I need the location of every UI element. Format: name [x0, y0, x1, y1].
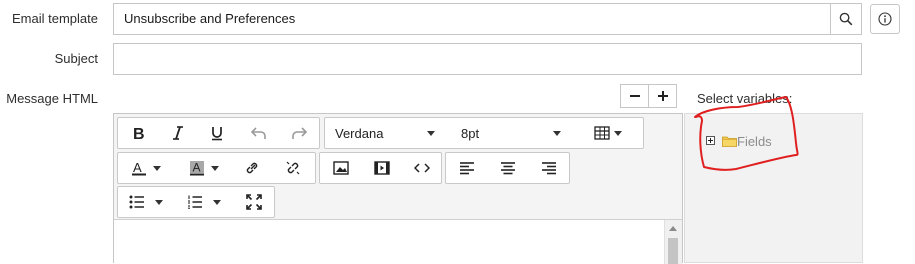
insert-video-button[interactable] — [362, 153, 402, 183]
link-icon — [246, 162, 258, 174]
svg-text:B: B — [133, 126, 145, 141]
list-group — [117, 186, 275, 218]
unlink-button[interactable] — [273, 153, 313, 183]
align-left-icon — [460, 162, 474, 175]
undo-button[interactable] — [240, 118, 278, 148]
chevron-down-icon — [213, 199, 221, 205]
table-icon — [594, 126, 610, 140]
font-family-select[interactable]: Verdana — [325, 118, 445, 148]
image-icon — [333, 161, 349, 175]
chevron-down-icon — [211, 165, 219, 171]
font-size-value: 8pt — [461, 125, 480, 141]
source-code-icon — [414, 163, 430, 173]
editor-scrollbar[interactable] — [664, 220, 682, 264]
chevron-down-icon — [155, 199, 163, 205]
background-color-button[interactable]: A — [180, 153, 228, 183]
bold-button[interactable]: B — [120, 118, 158, 148]
search-icon — [839, 12, 853, 26]
zoom-in-button[interactable] — [648, 84, 677, 108]
subject-input[interactable] — [113, 43, 862, 75]
numbered-list-button[interactable] — [180, 187, 228, 217]
subject-label: Subject — [54, 51, 98, 66]
info-button[interactable] — [870, 4, 900, 34]
email-template-search-button[interactable] — [830, 3, 862, 35]
redo-button[interactable] — [280, 118, 318, 148]
chevron-down-icon — [553, 130, 561, 136]
media-group — [319, 152, 442, 184]
insert-image-button[interactable] — [321, 153, 361, 183]
background-color-icon: A — [190, 161, 204, 176]
info-icon — [878, 12, 892, 26]
bullet-list-icon — [129, 195, 144, 209]
bullet-list-button[interactable] — [122, 187, 170, 217]
alignment-group — [445, 152, 570, 184]
chevron-down-icon — [614, 130, 622, 136]
plus-icon — [657, 91, 668, 101]
red-annotation-outline — [694, 96, 799, 171]
email-template-label: Email template — [12, 11, 98, 26]
chevron-down-icon — [153, 165, 161, 171]
message-html-label: Message HTML — [6, 91, 98, 106]
email-template-value: Unsubscribe and Preferences — [124, 11, 296, 26]
bold-icon: B — [133, 126, 145, 141]
italic-button[interactable] — [159, 118, 197, 148]
svg-text:A: A — [193, 161, 201, 175]
svg-text:A: A — [133, 160, 142, 175]
redo-icon — [292, 127, 307, 139]
editor-toolbar: B Verdana 8pt A A — [114, 114, 682, 220]
font-color-icon: A — [132, 160, 146, 176]
align-center-icon — [501, 162, 515, 175]
align-left-button[interactable] — [447, 153, 487, 183]
format-group: B — [117, 117, 320, 149]
video-icon — [374, 161, 390, 175]
font-family-value: Verdana — [335, 125, 384, 141]
fullscreen-button[interactable] — [234, 187, 274, 217]
italic-icon — [173, 126, 183, 140]
numbered-list-icon — [188, 195, 202, 209]
undo-icon — [251, 127, 266, 139]
unlink-icon — [286, 161, 300, 175]
zoom-out-button[interactable] — [620, 84, 649, 108]
font-color-button[interactable]: A — [122, 153, 170, 183]
scroll-up-icon — [669, 226, 677, 231]
scroll-thumb[interactable] — [668, 238, 678, 264]
table-button[interactable] — [577, 118, 639, 148]
align-right-button[interactable] — [529, 153, 569, 183]
fullscreen-icon — [246, 194, 262, 210]
chevron-down-icon — [427, 130, 435, 136]
align-center-button[interactable] — [488, 153, 528, 183]
html-editor[interactable]: B Verdana 8pt A A — [113, 113, 683, 264]
font-group: Verdana 8pt — [324, 117, 644, 149]
underline-icon — [212, 127, 222, 141]
color-link-group: A A — [117, 152, 316, 184]
minus-icon — [629, 95, 640, 97]
link-button[interactable] — [232, 153, 272, 183]
underline-button[interactable] — [198, 118, 236, 148]
email-template-field[interactable]: Unsubscribe and Preferences — [113, 3, 831, 35]
align-right-icon — [542, 162, 556, 175]
source-code-button[interactable] — [402, 153, 442, 183]
editor-content[interactable] — [114, 220, 665, 264]
font-size-select[interactable]: 8pt — [451, 118, 571, 148]
